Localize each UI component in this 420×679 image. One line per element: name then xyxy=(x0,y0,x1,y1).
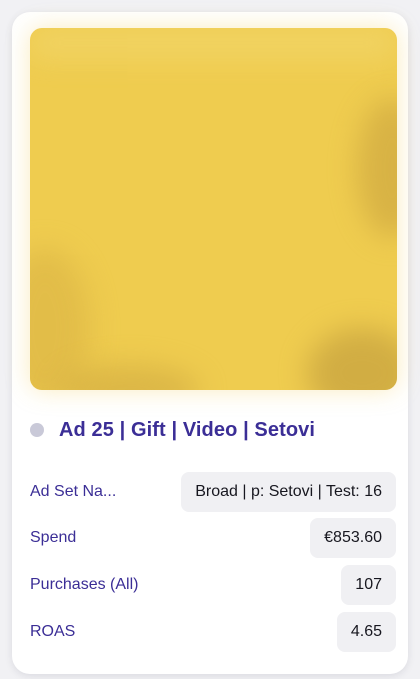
metric-label: Spend xyxy=(30,529,77,546)
ad-title-row: Ad 25 | Gift | Video | Setovi xyxy=(30,417,315,443)
ad-preview-image[interactable] xyxy=(30,28,397,390)
metric-value: 107 xyxy=(341,565,396,605)
metric-row-ad-set-name: Ad Set Na... Broad | p: Setovi | Test: 1… xyxy=(30,472,396,512)
ad-title[interactable]: Ad 25 | Gift | Video | Setovi xyxy=(59,419,315,442)
image-highlight xyxy=(30,28,397,58)
metric-row-purchases: Purchases (All) 107 xyxy=(30,565,396,605)
ad-card[interactable]: Ad 25 | Gift | Video | Setovi Ad Set Na.… xyxy=(12,12,408,674)
image-blur-region xyxy=(307,328,397,390)
metric-label: Ad Set Na... xyxy=(30,483,117,500)
image-blur-region xyxy=(357,98,397,238)
metric-label: Purchases (All) xyxy=(30,576,139,593)
metric-row-spend: Spend €853.60 xyxy=(30,518,396,558)
image-blur-region xyxy=(30,248,90,390)
metric-value: Broad | p: Setovi | Test: 16 xyxy=(181,472,396,512)
metric-value: 4.65 xyxy=(336,612,396,652)
metric-value: €853.60 xyxy=(310,518,396,558)
metric-row-roas: ROAS 4.65 xyxy=(30,612,396,652)
status-dot-icon xyxy=(30,423,44,437)
metric-label: ROAS xyxy=(30,623,76,640)
